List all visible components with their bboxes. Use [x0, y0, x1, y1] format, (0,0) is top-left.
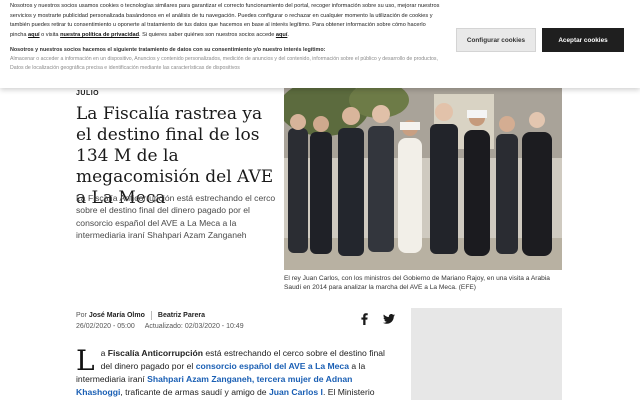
- dropcap: L: [76, 344, 95, 377]
- cookie-purposes-title: Nosotros y nuestros socios hacemos el si…: [10, 47, 326, 54]
- author-link[interactable]: Beatriz Parera: [158, 312, 205, 319]
- author-link[interactable]: José María Olmo: [89, 312, 145, 319]
- article-lead: La Fiscalía Anticorrupción está estrecha…: [76, 193, 276, 241]
- accept-cookies-button[interactable]: Aceptar cookies: [542, 28, 624, 52]
- updated-date: Actualizado: 02/03/2020 - 10:49: [144, 323, 244, 330]
- share-twitter-button[interactable]: [379, 309, 399, 329]
- facebook-icon: [361, 313, 368, 325]
- publish-dates: 26/02/2020 - 05:00 Actualizado: 02/03/20…: [76, 323, 244, 330]
- cookie-link-aqui-1[interactable]: aquí: [28, 32, 40, 38]
- photo-illustration: [284, 88, 562, 270]
- cookie-link-aqui-2[interactable]: aquí: [276, 32, 288, 38]
- byline-divider: [150, 311, 152, 320]
- body-link[interactable]: consorcio español del AVE a La Meca: [196, 361, 349, 371]
- share-facebook-button[interactable]: [354, 309, 374, 329]
- article-kicker: JULIO: [76, 90, 100, 97]
- twitter-icon: [383, 314, 395, 324]
- cookie-banner: Nosotros y nuestros socios usamos cookie…: [0, 0, 640, 88]
- cookie-purposes: Nosotros y nuestros socios hacemos el si…: [10, 46, 440, 73]
- body-text: a: [100, 348, 108, 358]
- photo-caption: El rey Juan Carlos, con los ministros de…: [284, 275, 550, 292]
- ad-placeholder: [411, 308, 562, 400]
- body-text: . El Ministerio: [322, 387, 375, 397]
- cookie-description: Nosotros y nuestros socios usamos cookie…: [10, 2, 440, 40]
- body-text: , traficante de armas saudí y amigo de: [120, 387, 269, 397]
- body-bold: Fiscalía Anticorrupción: [107, 348, 203, 358]
- cookie-purposes-list: Almacenar o acceder a información en un …: [10, 56, 438, 72]
- body-link[interactable]: Juan Carlos I: [269, 387, 323, 397]
- cookie-text-2: o visita: [39, 31, 61, 38]
- cookie-text-3: . Si quieres saber quiénes son nuestros …: [139, 31, 276, 38]
- byline: Por José María Olmo Beatriz Parera: [76, 311, 205, 320]
- cookie-text-4: .: [287, 31, 289, 38]
- published-date: 26/02/2020 - 05:00: [76, 323, 135, 330]
- byline-prefix: Por: [76, 312, 87, 319]
- configure-cookies-button[interactable]: Configurar cookies: [456, 28, 536, 52]
- privacy-policy-link[interactable]: nuestra política de privacidad: [60, 32, 139, 38]
- article-photo: [284, 88, 562, 270]
- article-body: La Fiscalía Anticorrupción está estrecha…: [76, 347, 394, 399]
